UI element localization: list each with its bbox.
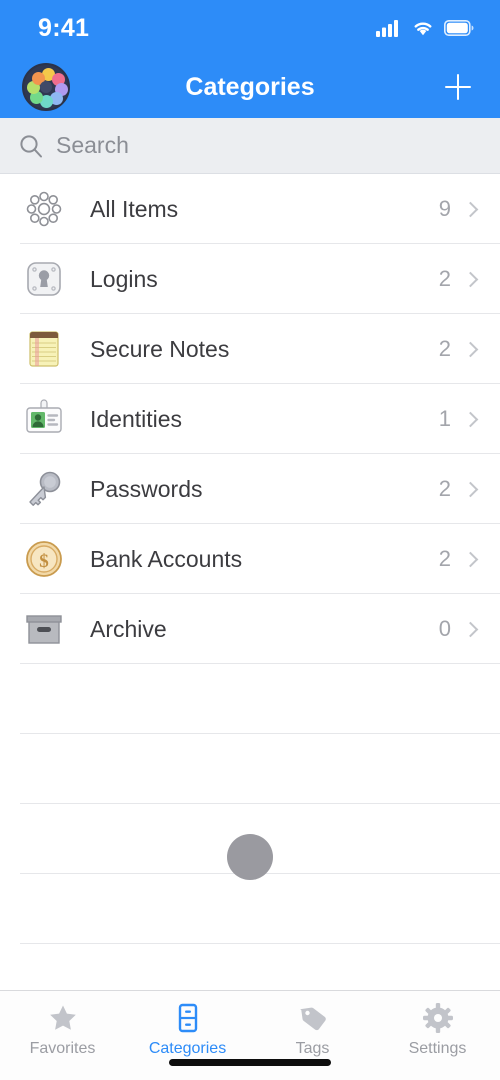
battery-icon <box>444 20 474 36</box>
status-bar-indicators <box>376 19 474 37</box>
key-icon <box>20 465 68 513</box>
list-item-label: Logins <box>90 265 158 292</box>
page-title: Categories <box>185 72 315 101</box>
chevron-right-icon <box>462 201 479 217</box>
chevron-right-icon <box>462 411 479 427</box>
list-item-label: Bank Accounts <box>90 545 243 572</box>
tab-label: Categories <box>148 1040 227 1057</box>
chevron-right-icon <box>462 271 479 287</box>
tab-categories[interactable]: Categories <box>125 1001 250 1058</box>
search-icon <box>20 134 42 157</box>
status-bar-clock: 9:41 <box>38 13 90 42</box>
gray-dot-indicator <box>227 834 273 880</box>
category-list: All Items 9 Logins 2 Secure Notes 2 Iden… <box>0 174 500 990</box>
tab-label: Settings <box>408 1040 467 1057</box>
list-item-count: 1 <box>438 406 451 431</box>
list-item-count: 2 <box>438 336 451 361</box>
search-bar[interactable]: Search <box>0 118 500 174</box>
archive-box-icon <box>20 605 68 653</box>
tab-settings[interactable]: Settings <box>375 1001 500 1058</box>
list-item-label: All Items <box>90 195 179 222</box>
tab-tags[interactable]: Tags <box>250 1001 375 1058</box>
list-item-count: 0 <box>438 616 451 641</box>
chevron-right-icon <box>462 341 479 357</box>
empty-list-row <box>0 944 500 990</box>
list-item-label: Passwords <box>90 475 203 502</box>
navigation-bar: Categories <box>0 56 500 118</box>
chevron-right-icon <box>462 551 479 567</box>
list-item-passwords[interactable]: Passwords 2 <box>0 454 500 524</box>
tab-favorites[interactable]: Favorites <box>0 1001 125 1058</box>
list-item-bank-accounts[interactable]: $ Bank Accounts 2 <box>0 524 500 594</box>
empty-list-row <box>0 874 500 944</box>
login-keyhole-icon <box>20 255 68 303</box>
coin-dollar-icon: $ <box>20 535 68 583</box>
list-item-secure-notes[interactable]: Secure Notes 2 <box>0 314 500 384</box>
empty-list-row <box>0 734 500 804</box>
tab-bar: Favorites Categories Tags Settings <box>0 990 500 1080</box>
app-screen: 9:41 Categories Search All Items 9 Login… <box>0 0 500 1080</box>
add-item-button[interactable] <box>438 67 478 107</box>
star-icon <box>46 1001 80 1035</box>
tag-icon <box>296 1001 330 1035</box>
chevron-right-icon <box>462 481 479 497</box>
cellular-signal-icon <box>376 20 398 37</box>
wifi-icon <box>414 22 432 36</box>
list-item-label: Archive <box>90 615 167 642</box>
notepad-icon <box>20 325 68 373</box>
home-indicator[interactable] <box>169 1059 331 1066</box>
list-item-count: 2 <box>438 546 451 571</box>
tab-label: Favorites <box>29 1040 96 1057</box>
list-item-label: Identities <box>90 405 183 432</box>
list-item-label: Secure Notes <box>90 335 230 362</box>
list-item-count: 9 <box>438 196 451 221</box>
list-item-archive[interactable]: Archive 0 <box>0 594 500 664</box>
list-item-logins[interactable]: Logins 2 <box>0 244 500 314</box>
all-items-icon <box>20 185 68 233</box>
filing-cabinet-icon <box>171 1001 205 1035</box>
empty-list-row <box>0 664 500 734</box>
list-item-count: 2 <box>438 476 451 501</box>
list-item-all-items[interactable]: All Items 9 <box>0 174 500 244</box>
chevron-right-icon <box>462 621 479 637</box>
gear-icon <box>421 1001 455 1035</box>
svg-text:$: $ <box>39 551 49 572</box>
id-badge-icon <box>20 395 68 443</box>
status-bar: 9:41 <box>0 0 500 56</box>
list-item-count: 2 <box>438 266 451 291</box>
app-logo-icon[interactable] <box>22 63 70 111</box>
list-item-identities[interactable]: Identities 1 <box>0 384 500 454</box>
search-input[interactable]: Search <box>56 132 129 159</box>
tab-label: Tags <box>295 1040 330 1057</box>
